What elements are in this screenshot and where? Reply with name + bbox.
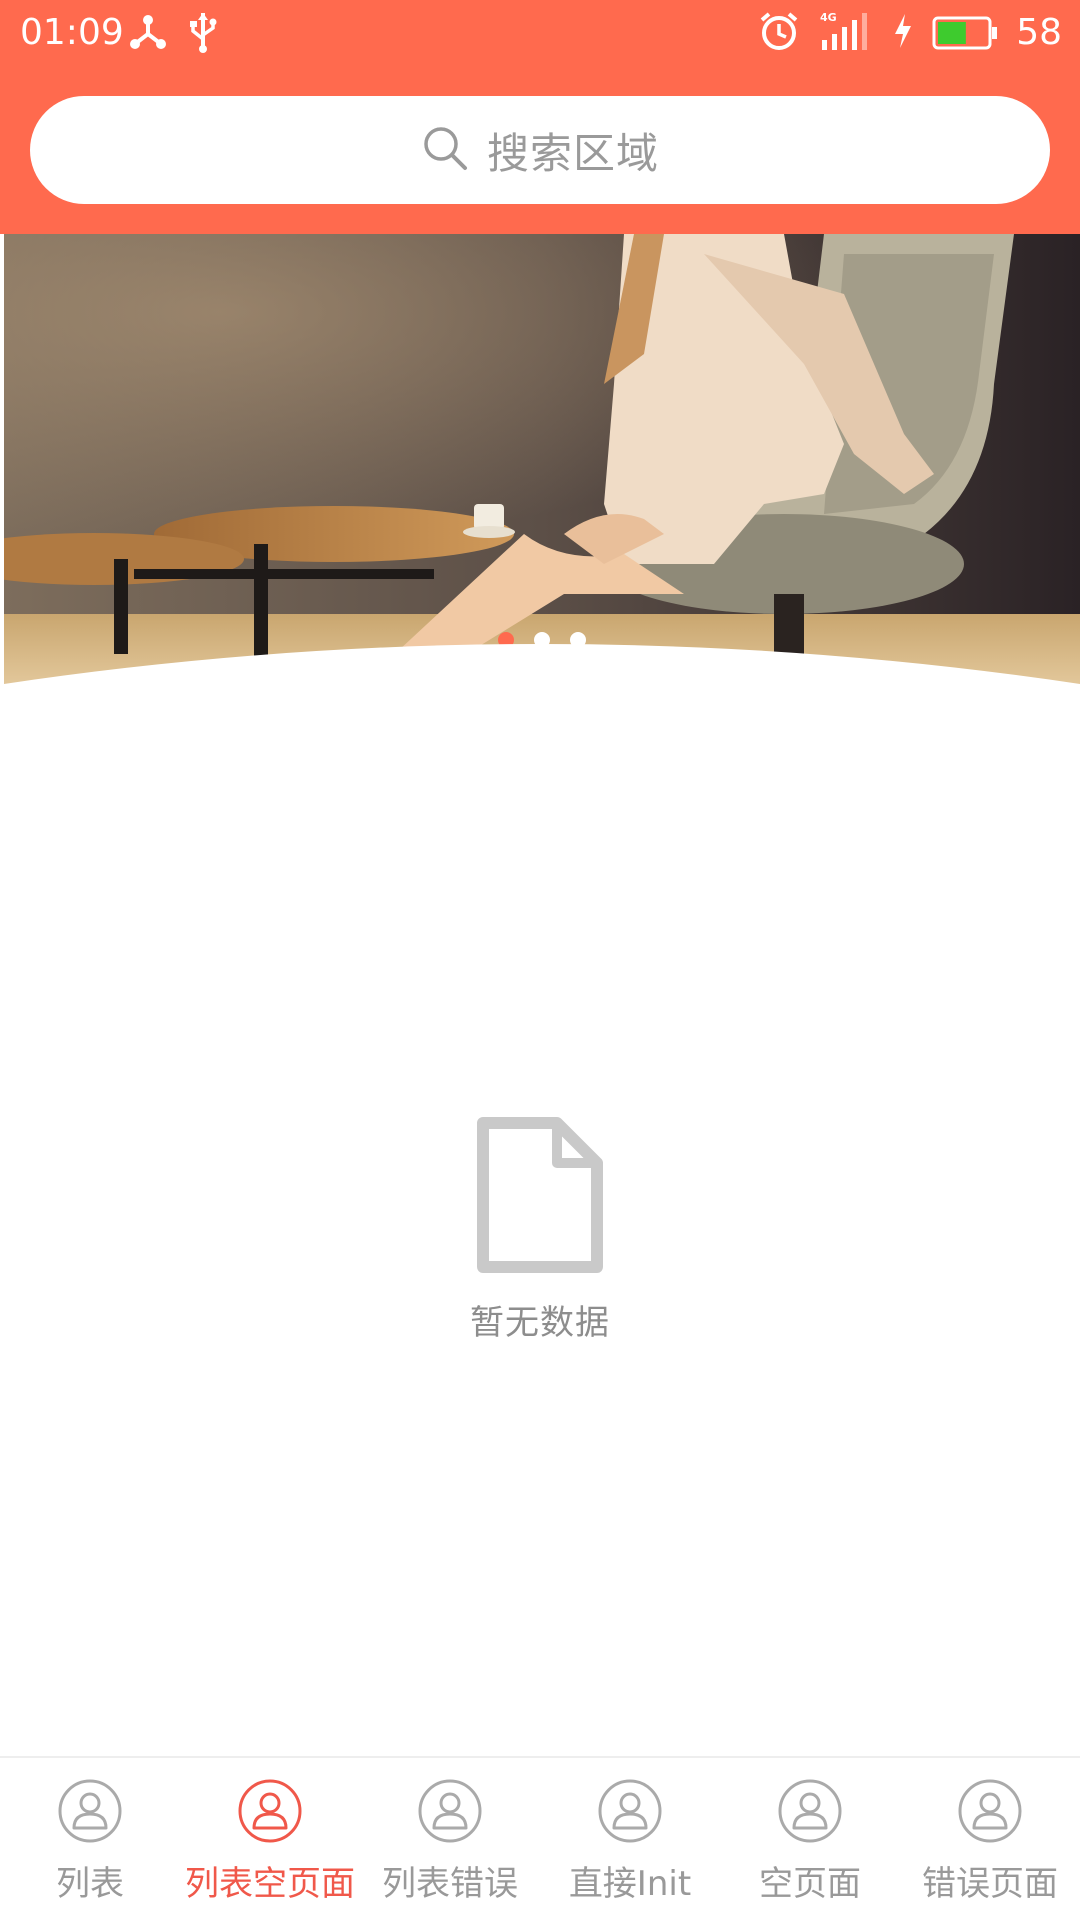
- charging-icon: [892, 12, 914, 54]
- search-icon: [421, 124, 469, 176]
- share-nodes-icon: [128, 12, 168, 56]
- 4g-signal-icon: 4G: [818, 10, 874, 56]
- banner-carousel[interactable]: [4, 234, 1080, 684]
- user-icon: [957, 1778, 1023, 1848]
- user-icon: [237, 1778, 303, 1848]
- tab-label: 列表空页面: [185, 1864, 355, 1904]
- banner-arc: [4, 644, 1080, 684]
- user-icon: [597, 1778, 663, 1848]
- tab-label: 直接Init: [568, 1864, 692, 1904]
- status-right-icons: 4G 58: [758, 10, 1062, 56]
- search-placeholder: 搜索区域: [486, 128, 659, 178]
- alarm-icon: [758, 10, 800, 56]
- bottom-tab-bar: 列表 列表空页面 列表错误 直接Init 空页面 错误页面: [0, 1756, 1080, 1922]
- tab-item[interactable]: 直接Init: [540, 1758, 720, 1922]
- tab-item[interactable]: 错误页面: [900, 1758, 1080, 1922]
- tab-label: 错误页面: [922, 1864, 1058, 1904]
- network-label: 4G: [820, 11, 837, 24]
- tab-label: 列表错误: [382, 1864, 518, 1904]
- status-bar: 01:09 4G 58: [0, 0, 1080, 68]
- tab-item[interactable]: 列表: [0, 1758, 180, 1922]
- search-input[interactable]: 搜索区域: [30, 96, 1050, 204]
- banner-image: [4, 234, 1080, 684]
- tab-item[interactable]: 空页面: [720, 1758, 900, 1922]
- tab-item[interactable]: 列表错误: [360, 1758, 540, 1922]
- user-icon: [417, 1778, 483, 1848]
- battery-percentage: 58: [1016, 12, 1062, 53]
- document-icon: [475, 1115, 605, 1279]
- user-icon: [777, 1778, 843, 1848]
- user-icon: [57, 1778, 123, 1848]
- tab-label: 空页面: [759, 1864, 861, 1904]
- battery-fill: [938, 22, 967, 44]
- tab-item[interactable]: 列表空页面: [180, 1758, 360, 1922]
- status-time: 01:09: [20, 12, 124, 53]
- battery-icon: [932, 15, 998, 51]
- empty-state: 暂无数据: [0, 1115, 1080, 1344]
- status-left-icons: [128, 12, 218, 56]
- usb-icon: [188, 11, 218, 57]
- empty-state-text: 暂无数据: [470, 1303, 610, 1343]
- tab-label: 列表: [56, 1864, 124, 1904]
